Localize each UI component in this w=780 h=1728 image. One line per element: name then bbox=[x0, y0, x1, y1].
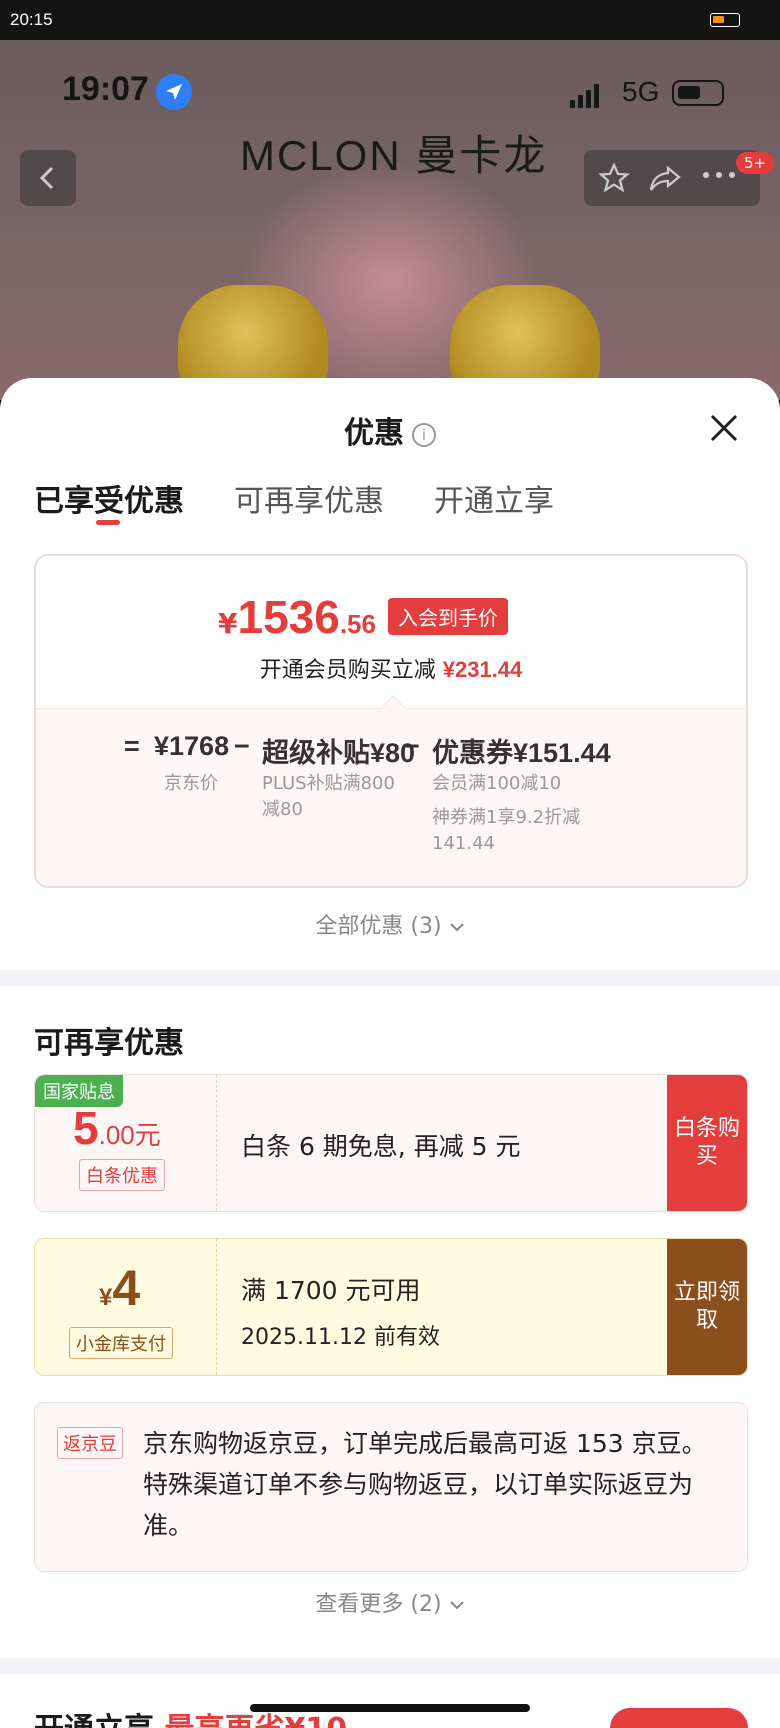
super-subsidy: 超级补贴¥80 bbox=[262, 738, 416, 768]
coupon-condition: 满 1700 元可用 bbox=[241, 1276, 421, 1305]
section-divider-2 bbox=[0, 1658, 780, 1674]
coupon-desc-1: 会员满100减10 bbox=[432, 773, 562, 794]
location-arrow-icon bbox=[156, 74, 192, 110]
jd-bean-card: 返京豆 京东购物返京豆，订单完成后最高可返 153 京豆。特殊渠道订单不参与购物… bbox=[34, 1402, 748, 1572]
coupon-amount: ¥4 bbox=[99, 1260, 141, 1316]
sheet-title: 优惠 i bbox=[0, 408, 780, 452]
section-divider bbox=[0, 970, 780, 986]
coupon-expiry: 2025.11.12 前有效 bbox=[241, 1325, 440, 1350]
offers-sheet: 优惠 i 已享受优惠 可再享优惠 开通立享 ¥1536.56 入会到手价 开通会员… bbox=[0, 378, 780, 1728]
close-icon[interactable] bbox=[708, 412, 740, 444]
outer-status-bar: 20:15 bbox=[0, 0, 780, 40]
inner-battery-icon bbox=[672, 80, 724, 106]
jd-bean-description: 京东购物返京豆，订单完成后最高可返 153 京豆。特殊渠道订单不参与购物返豆，以… bbox=[143, 1429, 707, 1540]
chevron-down-icon bbox=[449, 1601, 464, 1610]
all-offers-label: 全部优惠 (3) bbox=[315, 914, 442, 939]
tab-more-offers[interactable]: 可再享优惠 bbox=[234, 476, 384, 520]
price-breakdown: = ¥1768 京东价 − 超级补贴¥80 PLUS补贴满800减80 − 优惠… bbox=[36, 695, 746, 886]
save-line: 开通会员购买立减 ¥231.44 bbox=[259, 657, 523, 683]
price-card: ¥1536.56 入会到手价 开通会员购买立减 ¥231.44 = ¥1768 … bbox=[34, 554, 748, 888]
super-subsidy-desc: PLUS补贴满800减80 bbox=[262, 773, 395, 820]
open-enjoy-button[interactable] bbox=[610, 1708, 748, 1728]
product-page-background: 19:07 5G MCLON 曼卡龙 5+ bbox=[0, 40, 780, 400]
jd-bean-tag: 返京豆 bbox=[57, 1427, 123, 1459]
claim-coupon-button[interactable]: 立即领取 bbox=[667, 1239, 747, 1375]
active-tab-indicator bbox=[96, 520, 120, 525]
coupon-description: 白条 6 期免息, 再减 5 元 bbox=[241, 1132, 521, 1161]
all-offers-toggle[interactable]: 全部优惠 (3) bbox=[0, 908, 780, 940]
tab-open-enjoy[interactable]: 开通立享 bbox=[434, 476, 554, 520]
chevron-down-icon bbox=[449, 923, 464, 932]
coupon-xiaojinku: ¥4 小金库支付 满 1700 元可用 2025.11.12 前有效 立即领取 bbox=[34, 1238, 748, 1376]
home-indicator[interactable] bbox=[250, 1704, 530, 1712]
battery-icon bbox=[710, 13, 740, 27]
coupon-total: 优惠券¥151.44 bbox=[432, 738, 611, 768]
header-actions bbox=[584, 150, 760, 206]
signal-icon bbox=[570, 84, 602, 108]
formula-minus: − bbox=[234, 731, 250, 761]
star-icon[interactable] bbox=[598, 162, 630, 194]
inner-time: 19:07 bbox=[62, 70, 149, 108]
back-button[interactable] bbox=[20, 150, 76, 206]
see-more-toggle[interactable]: 查看更多 (2) bbox=[0, 1578, 780, 1618]
section-title: 可再享优惠 bbox=[34, 1026, 184, 1061]
member-price: ¥1536.56 bbox=[218, 591, 376, 643]
brand-logo: MCLON 曼卡龙 bbox=[240, 132, 548, 179]
info-icon[interactable]: i bbox=[412, 422, 436, 447]
formula-equals: = bbox=[124, 731, 140, 761]
coupon-type-label: 白条优惠 bbox=[79, 1159, 165, 1191]
see-more-label: 查看更多 (2) bbox=[315, 1592, 442, 1617]
tab-enjoyed[interactable]: 已享受优惠 bbox=[34, 476, 184, 520]
coupon-amount: 5.00元 bbox=[73, 1102, 161, 1154]
network-label: 5G bbox=[622, 76, 660, 107]
outer-time: 20:15 bbox=[10, 10, 53, 29]
jd-price-label: 京东价 bbox=[164, 773, 218, 794]
coupon-desc-2: 神券满1享9.2折减141.44 bbox=[432, 807, 581, 854]
coupon-baitiao: 国家贴息 5.00元 白条优惠 白条 6 期免息, 再减 5 元 白条购买 bbox=[34, 1074, 748, 1212]
baitiao-buy-button[interactable]: 白条购买 bbox=[667, 1075, 747, 1211]
jd-price: ¥1768 bbox=[154, 731, 230, 761]
notification-badge: 5+ bbox=[736, 152, 775, 174]
more-icon[interactable] bbox=[702, 170, 736, 180]
coupon-type-label: 小金库支付 bbox=[69, 1327, 173, 1359]
share-icon[interactable] bbox=[648, 162, 682, 194]
formula-minus-2: − bbox=[404, 731, 420, 761]
sheet-title-text: 优惠 bbox=[344, 416, 404, 451]
member-price-tag: 入会到手价 bbox=[388, 598, 508, 635]
